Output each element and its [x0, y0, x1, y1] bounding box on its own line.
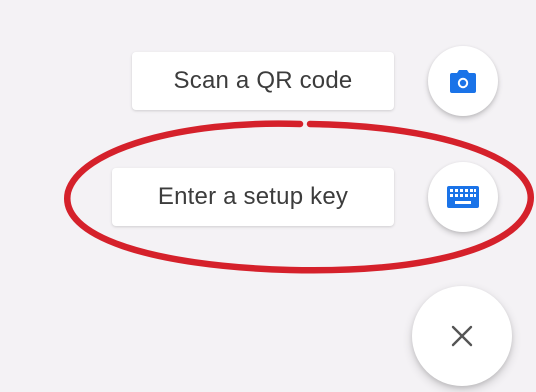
scan-qr-code-label[interactable]: Scan a QR code	[132, 52, 394, 110]
close-icon	[451, 325, 473, 347]
close-speed-dial-button[interactable]	[412, 286, 512, 386]
keyboard-icon	[447, 186, 479, 208]
scan-qr-code-text: Scan a QR code	[173, 67, 353, 94]
enter-setup-key-label[interactable]: Enter a setup key	[112, 168, 394, 226]
camera-icon	[450, 70, 476, 93]
enter-setup-key-button[interactable]	[428, 162, 498, 232]
enter-setup-key-text: Enter a setup key	[157, 183, 349, 210]
scan-qr-code-button[interactable]	[428, 46, 498, 116]
